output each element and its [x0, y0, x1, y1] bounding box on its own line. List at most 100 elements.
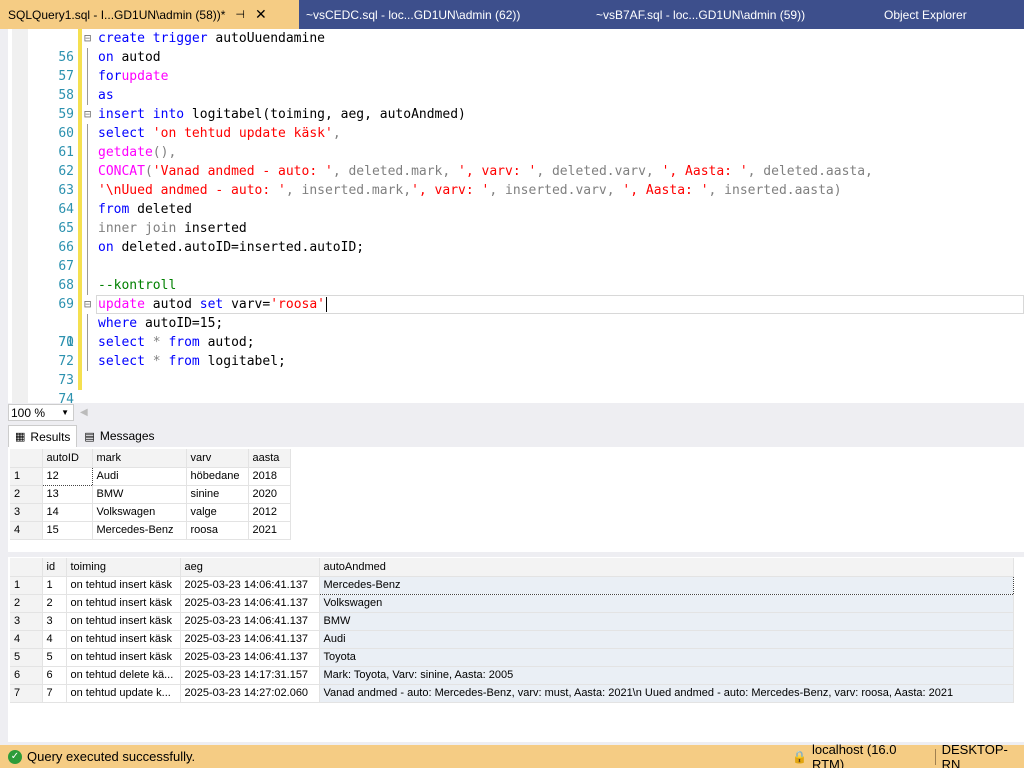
grid-cell[interactable]: sinine	[186, 485, 249, 504]
column-header[interactable]: aasta	[248, 449, 291, 468]
results-grid-autod[interactable]: autoID mark varv aasta 1 12 Audi höbedan…	[10, 449, 291, 540]
row-number[interactable]: 2	[10, 485, 43, 504]
tab-messages[interactable]: ▤ Messages	[77, 425, 161, 447]
grid-cell[interactable]: 2018	[248, 467, 291, 486]
grid-cell[interactable]: 2025-03-23 14:06:41.137	[180, 648, 320, 667]
code-line[interactable]: 59 as	[8, 86, 1024, 122]
table-row[interactable]: 3 14 Volkswagen valge 2012	[10, 503, 291, 522]
row-number[interactable]: 7	[10, 684, 43, 703]
grid-cell[interactable]: roosa	[186, 521, 249, 540]
grid-cell[interactable]: 2021	[248, 521, 291, 540]
column-header[interactable]: autoAndmed	[319, 558, 1014, 577]
grid-cell[interactable]: 2025-03-23 14:27:02.060	[180, 684, 320, 703]
table-row[interactable]: 1 12 Audi höbedane 2018	[10, 466, 291, 486]
column-header[interactable]: mark	[92, 449, 187, 468]
close-icon[interactable]: ✕	[255, 6, 267, 23]
grid-cell[interactable]: on tehtud insert käsk	[66, 576, 181, 595]
grid-cell[interactable]: 3	[42, 612, 67, 631]
grid-cell[interactable]: 2020	[248, 485, 291, 504]
code-line[interactable]: 67 on deleted.autoID=inserted.autoID;	[8, 238, 1024, 274]
row-number[interactable]: 5	[10, 648, 43, 667]
grid-cell[interactable]: on tehtud insert käsk	[66, 612, 181, 631]
code-line[interactable]: 74	[8, 371, 1024, 407]
zoom-select[interactable]: 100 % ▼	[8, 404, 74, 421]
code-line[interactable]: 60 ⊟ insert into logitabel(toiming, aeg,…	[8, 105, 1024, 141]
grid-cell[interactable]: Volkswagen	[92, 503, 187, 522]
table-row[interactable]: 6 6 on tehtud delete kä... 2025-03-23 14…	[10, 666, 1014, 685]
grid-cell[interactable]: Volkswagen	[319, 594, 1014, 613]
code-line[interactable]: 61 select 'on tehtud update käsk',	[8, 124, 1024, 160]
grid-cell[interactable]: 1	[42, 576, 67, 595]
grid-cell[interactable]: 6	[42, 666, 67, 685]
column-header[interactable]: id	[42, 558, 67, 577]
grid-cell[interactable]: höbedane	[186, 467, 249, 486]
code-line[interactable]: 72 select * from autod;	[8, 333, 1024, 369]
tab-object-explorer[interactable]: Object Explorer	[884, 0, 967, 29]
grid-cell[interactable]: Audi	[92, 467, 187, 486]
code-line[interactable]: 73 select * from logitabel;	[8, 352, 1024, 388]
table-row[interactable]: 1 1 on tehtud insert käsk 2025-03-23 14:…	[10, 575, 1014, 595]
grid-cell[interactable]: Vanad andmed - auto: Mercedes-Benz, varv…	[319, 684, 1014, 703]
grid-cell[interactable]: 15	[42, 521, 93, 540]
table-row[interactable]: 4 15 Mercedes-Benz roosa 2021	[10, 521, 291, 540]
column-header[interactable]: toiming	[66, 558, 181, 577]
grid-cell[interactable]: 2025-03-23 14:06:41.137	[180, 576, 320, 595]
table-row[interactable]: 2 2 on tehtud insert käsk 2025-03-23 14:…	[10, 594, 1014, 613]
row-number[interactable]: 4	[10, 630, 43, 649]
collapse-icon[interactable]: ⊟	[84, 105, 91, 124]
grid-cell[interactable]: BMW	[319, 612, 1014, 631]
query-editor[interactable]: 56 ⊟ create trigger autoUuendamine 57 on…	[0, 29, 1024, 407]
grid-cell[interactable]: 2	[42, 594, 67, 613]
column-header[interactable]: varv	[186, 449, 249, 468]
code-line[interactable]: 58 forupdate	[8, 67, 1024, 103]
grid-cell[interactable]: 12	[41, 466, 93, 486]
pin-icon[interactable]: ⊣	[235, 8, 245, 21]
table-row[interactable]: 4 4 on tehtud insert käsk 2025-03-23 14:…	[10, 630, 1014, 649]
row-number[interactable]: 1	[10, 576, 43, 595]
results-grid-logitabel[interactable]: id toiming aeg autoAndmed 1 1 on tehtud …	[10, 558, 1014, 703]
code-line[interactable]: 70 ⊟ updateupdate autod set varv='roosa'	[8, 295, 1024, 350]
grid-cell[interactable]: BMW	[92, 485, 187, 504]
grid-cell[interactable]: on tehtud insert käsk	[66, 630, 181, 649]
code-line[interactable]: 68	[8, 257, 1024, 293]
grid-cell[interactable]: on tehtud insert käsk	[66, 594, 181, 613]
grid-cell[interactable]: Mercedes-Benz	[92, 521, 187, 540]
code-line[interactable]: 66 inner join inserted	[8, 219, 1024, 255]
grid-cell[interactable]: Audi	[319, 630, 1014, 649]
grid-cell[interactable]: Mercedes-Benz	[318, 575, 1014, 595]
grid-cell[interactable]: on tehtud update k...	[66, 684, 181, 703]
scroll-left-icon[interactable]: ◀	[80, 407, 88, 418]
row-number[interactable]: 2	[10, 594, 43, 613]
grid-cell[interactable]: 13	[42, 485, 93, 504]
row-number[interactable]: 3	[10, 503, 43, 522]
code-line[interactable]: 63 CONCAT('Vanad andmed - auto: ', delet…	[8, 162, 1024, 198]
collapse-icon[interactable]: ⊟	[84, 29, 91, 48]
row-number[interactable]: 1	[10, 467, 43, 486]
code-line[interactable]: 65 from deleted	[8, 200, 1024, 236]
row-number[interactable]: 6	[10, 666, 43, 685]
code-line[interactable]: 71 where autoID=15;	[8, 314, 1024, 350]
grid-cell[interactable]: 4	[42, 630, 67, 649]
grid-cell[interactable]: 2025-03-23 14:17:31.157	[180, 666, 320, 685]
table-row[interactable]: 2 13 BMW sinine 2020	[10, 485, 291, 504]
grid-cell[interactable]: 2012	[248, 503, 291, 522]
tab-results[interactable]: ▦ Results	[8, 425, 78, 447]
grid-cell[interactable]: 14	[42, 503, 93, 522]
grid-cell[interactable]: 2025-03-23 14:06:41.137	[180, 612, 320, 631]
grid-cell[interactable]: on tehtud delete kä...	[66, 666, 181, 685]
grid-cell[interactable]: Toyota	[319, 648, 1014, 667]
code-line[interactable]: 62 getdate(),	[8, 143, 1024, 179]
table-row[interactable]: 5 5 on tehtud insert käsk 2025-03-23 14:…	[10, 648, 1014, 667]
tab-vsb7af[interactable]: ~vsB7AF.sql - loc...GD1UN\admin (59))	[596, 0, 805, 29]
grid-cell[interactable]: on tehtud insert käsk	[66, 648, 181, 667]
code-line[interactable]: 69 --kontroll	[8, 276, 1024, 312]
row-number[interactable]: 3	[10, 612, 43, 631]
grid-cell[interactable]: 2025-03-23 14:06:41.137	[180, 630, 320, 649]
code-line[interactable]: 56 ⊟ create trigger autoUuendamine	[8, 29, 1024, 65]
grid-cell[interactable]: Mark: Toyota, Varv: sinine, Aasta: 2005	[319, 666, 1014, 685]
code-line[interactable]: 57 on autod	[8, 48, 1024, 84]
code-line[interactable]: 64 '\nUued andmed - auto: ', inserted.ma…	[8, 181, 1024, 217]
collapse-icon[interactable]: ⊟	[84, 295, 91, 314]
grid-cell[interactable]: 7	[42, 684, 67, 703]
table-row[interactable]: 3 3 on tehtud insert käsk 2025-03-23 14:…	[10, 612, 1014, 631]
